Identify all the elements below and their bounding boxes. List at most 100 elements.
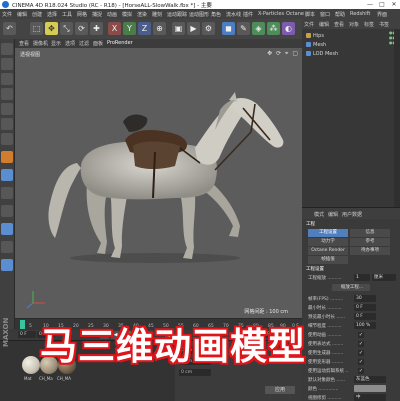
menu-mograph[interactable]: 运动图形 bbox=[189, 11, 209, 18]
attr-mode-menu[interactable]: 模式 bbox=[314, 211, 324, 218]
current-frame-field[interactable]: 0 F bbox=[18, 331, 36, 338]
menu-tools[interactable]: 工具 bbox=[62, 11, 72, 18]
attr-tab-project-settings[interactable]: 工程设置 bbox=[308, 229, 348, 237]
viewport-menu-panel[interactable]: 面板 bbox=[93, 40, 103, 47]
viewport-menu-display[interactable]: 显示 bbox=[51, 40, 61, 47]
attr-tab-todo[interactable]: 待办事项 bbox=[350, 247, 390, 255]
workplane-icon[interactable] bbox=[1, 88, 13, 100]
menu-octane[interactable]: Octane bbox=[286, 11, 304, 17]
playhead[interactable] bbox=[20, 320, 25, 329]
menu-sculpt[interactable]: 雕刻 bbox=[152, 11, 162, 18]
object-tab-edit[interactable]: 编辑 bbox=[319, 21, 329, 28]
y-axis-icon[interactable]: Y bbox=[123, 22, 136, 35]
menu-mograph-track[interactable]: 运动跟踪 bbox=[167, 11, 187, 18]
menu-layout[interactable]: 界面 bbox=[377, 11, 387, 18]
menu-simulate[interactable]: 模拟 bbox=[122, 11, 132, 18]
close-button[interactable]: ✕ bbox=[388, 0, 400, 9]
menu-render[interactable]: 渲染 bbox=[137, 11, 147, 18]
object-tab-tags[interactable]: 标签 bbox=[364, 21, 374, 28]
last-tool-icon[interactable]: ✚ bbox=[90, 22, 103, 35]
render-settings-icon[interactable]: ⚙ bbox=[202, 22, 215, 35]
subdivide-icon[interactable]: ◈ bbox=[252, 22, 265, 35]
menu-mesh[interactable]: 网格 bbox=[77, 11, 87, 18]
deformer-icon[interactable]: ◐ bbox=[282, 22, 295, 35]
viewport-menu-view[interactable]: 查看 bbox=[19, 40, 29, 47]
render-view-icon[interactable]: ▶ bbox=[187, 22, 200, 35]
project-scale-field[interactable]: 1 bbox=[354, 274, 370, 281]
soft-selection-icon[interactable] bbox=[1, 205, 13, 217]
min-time-field[interactable]: 0 F bbox=[354, 304, 376, 311]
select-icon[interactable]: ⬚ bbox=[30, 22, 43, 35]
edges-mode-icon[interactable] bbox=[1, 118, 13, 130]
axis-mode-icon[interactable] bbox=[1, 151, 13, 163]
menu-edit[interactable]: 编辑 bbox=[17, 11, 27, 18]
menu-pipeline[interactable]: 流水线 bbox=[226, 11, 241, 18]
project-scale-unit-select[interactable]: 厘米 bbox=[372, 274, 396, 281]
side-tab-strip[interactable] bbox=[394, 29, 400, 207]
array-icon[interactable]: ⁂ bbox=[267, 22, 280, 35]
menu-animate[interactable]: 动画 bbox=[107, 11, 117, 18]
minimize-button[interactable]: — bbox=[364, 0, 376, 9]
menu-character[interactable]: 角色 bbox=[211, 11, 221, 18]
object-row[interactable]: Hips bbox=[306, 33, 324, 41]
attr-tab-info[interactable]: 信息 bbox=[350, 229, 390, 237]
attr-tab-frame-interp[interactable]: 帧插值 bbox=[308, 256, 348, 264]
polygons-mode-icon[interactable] bbox=[1, 133, 13, 145]
object-row[interactable]: LOD Mesh bbox=[306, 51, 338, 59]
position-z-field[interactable]: 0 cm bbox=[179, 369, 211, 376]
workplane-lock-icon[interactable] bbox=[1, 259, 13, 271]
menu-script[interactable]: 脚本 bbox=[305, 11, 315, 18]
attr-tab-octane[interactable]: Octane Render bbox=[308, 247, 348, 255]
preview-min-time-field[interactable]: 0 F bbox=[354, 313, 376, 320]
cube-icon[interactable]: ◼ bbox=[222, 22, 235, 35]
model-mode-icon[interactable] bbox=[1, 58, 13, 70]
viewport-menu-prorender[interactable]: ProRender bbox=[107, 40, 133, 46]
object-row[interactable]: Mesh bbox=[306, 42, 326, 50]
snap-icon[interactable] bbox=[1, 187, 13, 199]
make-editable-icon[interactable] bbox=[1, 43, 13, 55]
apply-button[interactable]: 应用 bbox=[265, 386, 295, 394]
attr-edit-menu[interactable]: 编辑 bbox=[328, 211, 338, 218]
undo-icon[interactable]: ↶ bbox=[3, 22, 16, 35]
attr-tab-reference[interactable]: 参考 bbox=[350, 238, 390, 246]
object-tab-view[interactable]: 查看 bbox=[334, 21, 344, 28]
fps-field[interactable]: 30 bbox=[354, 295, 376, 302]
viewport-menu-filter[interactable]: 过滤 bbox=[79, 40, 89, 47]
x-axis-icon[interactable]: X bbox=[108, 22, 121, 35]
paint-icon[interactable] bbox=[1, 241, 13, 253]
attr-tab-dynamics[interactable]: 动力学 bbox=[308, 238, 348, 246]
menu-xparticles[interactable]: X-Particles bbox=[258, 11, 284, 17]
scale-icon[interactable]: ⤡ bbox=[60, 22, 73, 35]
menu-window[interactable]: 窗口 bbox=[320, 11, 330, 18]
sculpt-icon[interactable] bbox=[1, 223, 13, 235]
menu-redshift[interactable]: Redshift bbox=[350, 11, 370, 17]
object-tab-file[interactable]: 文件 bbox=[304, 21, 314, 28]
texture-mode-icon[interactable] bbox=[1, 73, 13, 85]
menu-select[interactable]: 选择 bbox=[47, 11, 57, 18]
scale-project-button[interactable]: 缩放工程... bbox=[332, 284, 370, 291]
menu-file[interactable]: 文件 bbox=[2, 11, 12, 18]
move-icon[interactable]: ✥ bbox=[45, 22, 58, 35]
z-axis-icon[interactable]: Z bbox=[138, 22, 151, 35]
maximize-button[interactable]: □ bbox=[376, 0, 388, 9]
menu-plugins[interactable]: 插件 bbox=[243, 11, 253, 18]
object-tab-bookmarks[interactable]: 书签 bbox=[379, 21, 389, 28]
points-mode-icon[interactable] bbox=[1, 103, 13, 115]
menu-create[interactable]: 创建 bbox=[32, 11, 42, 18]
object-tab-objects[interactable]: 对象 bbox=[349, 21, 359, 28]
menu-help[interactable]: 帮助 bbox=[335, 11, 345, 18]
menu-snap[interactable]: 捕捉 bbox=[92, 11, 102, 18]
render-region-icon[interactable]: ▣ bbox=[172, 22, 185, 35]
coord-icon[interactable]: ⊕ bbox=[153, 22, 166, 35]
default-color-select[interactable]: 灰蓝色 bbox=[354, 376, 386, 383]
color-swatch[interactable] bbox=[354, 385, 386, 392]
material-swatch[interactable] bbox=[22, 356, 40, 374]
enable-axis-icon[interactable] bbox=[1, 169, 13, 181]
viewport-menu-camera[interactable]: 摄像机 bbox=[33, 40, 48, 47]
rotate-icon[interactable]: ⟳ bbox=[75, 22, 88, 35]
viewport-menu-options[interactable]: 选项 bbox=[65, 40, 75, 47]
horse-model[interactable] bbox=[15, 48, 302, 318]
perspective-viewport[interactable]: 透视视图 ✥ ⟳ ⌖ ▢ 网格间距: 100 cm bbox=[15, 48, 302, 318]
attr-userdata-menu[interactable]: 用户数据 bbox=[342, 211, 362, 218]
pen-icon[interactable]: ✎ bbox=[237, 22, 250, 35]
